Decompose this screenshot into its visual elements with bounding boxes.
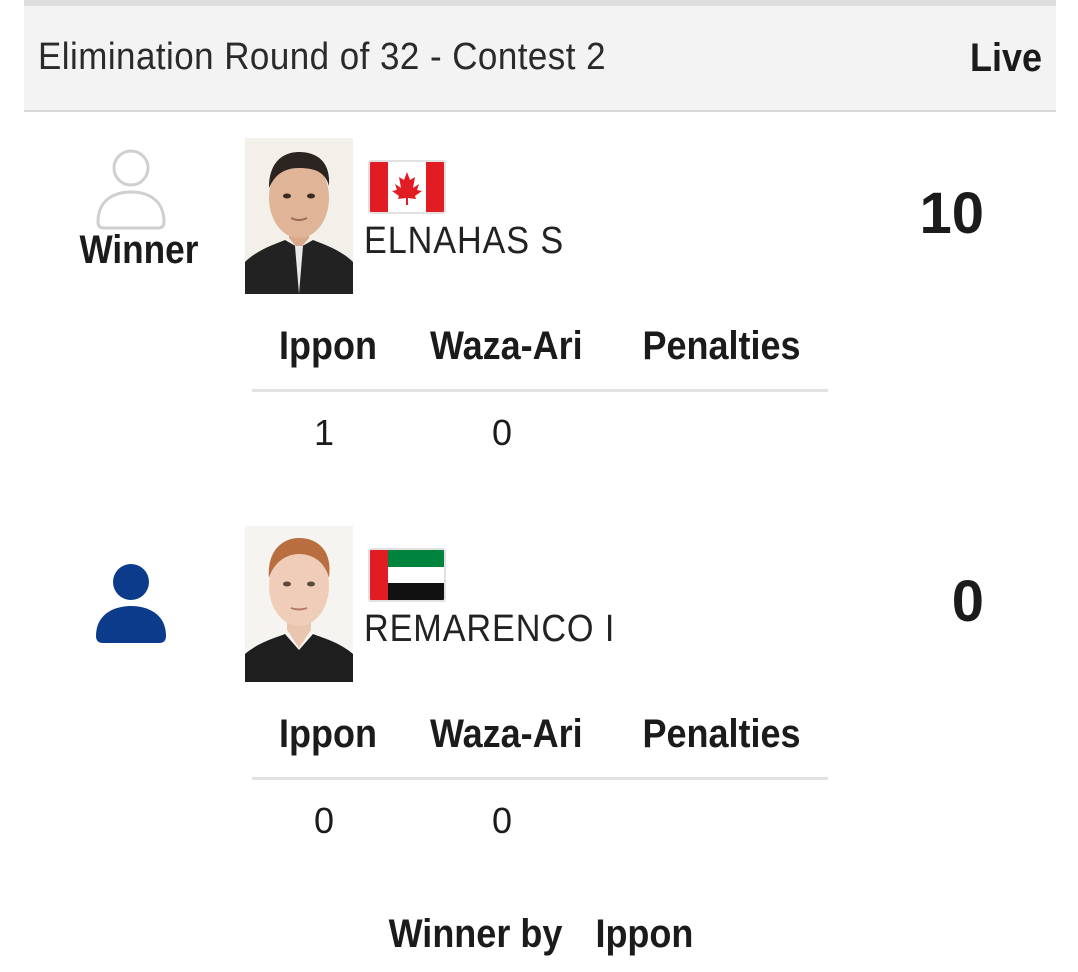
contest-header: Elimination Round of 32 - Contest 2 Live [24, 6, 1056, 112]
score: 0 [951, 569, 984, 634]
score: 10 [919, 181, 984, 246]
stats-header: Ippon Waza-Ari Penalties [252, 708, 828, 780]
waza-ari-value: 0 [491, 800, 513, 841]
winner-label: Winner [79, 228, 199, 272]
ippon-value: 0 [313, 800, 335, 841]
match-result: Winner by Ippon [0, 912, 1078, 962]
result-method: Ippon [595, 912, 694, 956]
person-filled-icon [94, 562, 168, 644]
waza-ari-value: 0 [491, 412, 513, 453]
athlete-name[interactable]: ELNAHAS S [364, 220, 564, 263]
stats-values: 1 0 [252, 412, 828, 460]
waza-ari-header: Waza-Ari [430, 712, 583, 756]
stats-header: Ippon Waza-Ari Penalties [252, 320, 828, 392]
athlete-photo[interactable] [245, 138, 353, 294]
ippon-value: 1 [313, 412, 335, 453]
waza-ari-header: Waza-Ari [430, 324, 583, 368]
stats-values: 0 0 [252, 800, 828, 848]
competitor-card-white: Winner ELNAHAS S 10 Ippon Waza-Ari Penal… [0, 112, 1078, 492]
competitor-card-blue: REMARENCO I 0 Ippon Waza-Ari Penalties 0… [0, 500, 1078, 880]
athlete-photo[interactable] [245, 526, 353, 682]
contest-title: Elimination Round of 32 - Contest 2 [38, 36, 607, 78]
ippon-header: Ippon [279, 712, 377, 756]
person-outline-icon [94, 148, 168, 230]
canada-flag-icon [368, 160, 446, 214]
live-status[interactable]: Live [970, 36, 1042, 81]
athlete-name[interactable]: REMARENCO I [364, 608, 615, 651]
penalties-header: Penalties [642, 324, 801, 368]
result-prefix: Winner by [388, 912, 563, 956]
uae-flag-icon [368, 548, 446, 602]
penalties-header: Penalties [642, 712, 801, 756]
ippon-header: Ippon [279, 324, 377, 368]
